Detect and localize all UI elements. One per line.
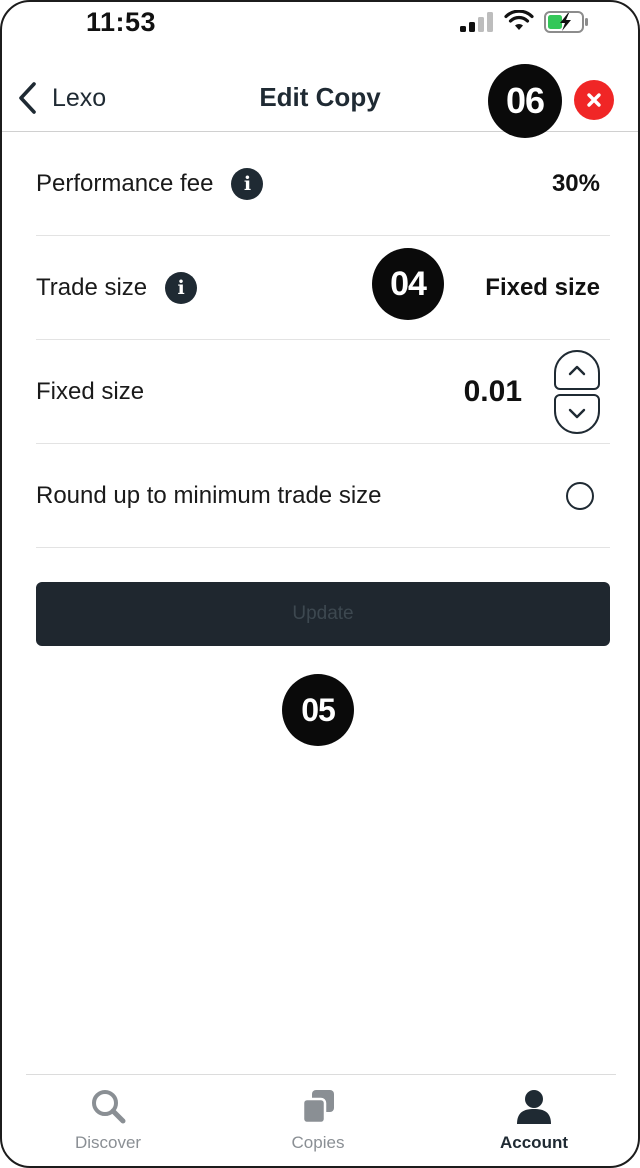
fixed-size-label: Fixed size	[36, 377, 145, 405]
tab-discover[interactable]: Discover	[28, 1075, 188, 1165]
tab-label: Copies	[291, 1133, 345, 1152]
quantity-stepper	[554, 350, 600, 434]
search-icon	[92, 1090, 126, 1124]
close-button[interactable]	[574, 80, 614, 120]
round-up-row[interactable]: Round up to minimum trade size	[36, 444, 610, 548]
chevron-down-icon	[568, 408, 586, 419]
status-bar: 11:53	[2, 2, 638, 46]
copies-icon	[301, 1090, 334, 1125]
info-icon[interactable]: i	[231, 167, 264, 200]
round-up-radio[interactable]	[566, 482, 594, 510]
person-icon	[517, 1090, 551, 1124]
decrement-button[interactable]	[554, 394, 600, 434]
tab-label: Discover	[74, 1133, 142, 1152]
performance-fee-row: Performance fee i 30%	[36, 132, 610, 236]
update-button[interactable]: Update	[36, 582, 610, 646]
wifi-icon	[504, 10, 534, 30]
performance-fee-value: 30%	[551, 169, 600, 197]
increment-button[interactable]	[554, 350, 600, 390]
tab-copies[interactable]: Copies	[238, 1075, 398, 1165]
performance-fee-label: Performance fee	[36, 169, 214, 197]
chevron-up-icon	[568, 365, 586, 376]
tab-bar: Discover Copies Account	[26, 1074, 616, 1166]
phone-frame: 11:53 Lexo Edit Copy Performance fee i 3…	[0, 0, 640, 1168]
round-up-label: Round up to minimum trade size	[36, 481, 382, 509]
status-time: 11:53	[86, 7, 157, 37]
cellular-signal-icon	[460, 12, 494, 32]
marker-05: 05	[282, 674, 354, 746]
trade-size-row[interactable]: Trade size i Fixed size	[36, 236, 610, 340]
tab-label: Account	[500, 1133, 568, 1152]
close-icon	[587, 93, 601, 107]
battery-charging-icon	[544, 11, 588, 33]
trade-size-value[interactable]: Fixed size	[485, 236, 600, 339]
marker-04: 04	[372, 248, 444, 320]
info-icon[interactable]: i	[165, 271, 198, 304]
marker-06: 06	[488, 64, 562, 138]
fixed-size-row: Fixed size 0.01	[36, 340, 610, 444]
fixed-size-value[interactable]: 0.01	[464, 340, 522, 443]
trade-size-label: Trade size	[36, 273, 148, 301]
tab-account[interactable]: Account	[454, 1075, 614, 1165]
